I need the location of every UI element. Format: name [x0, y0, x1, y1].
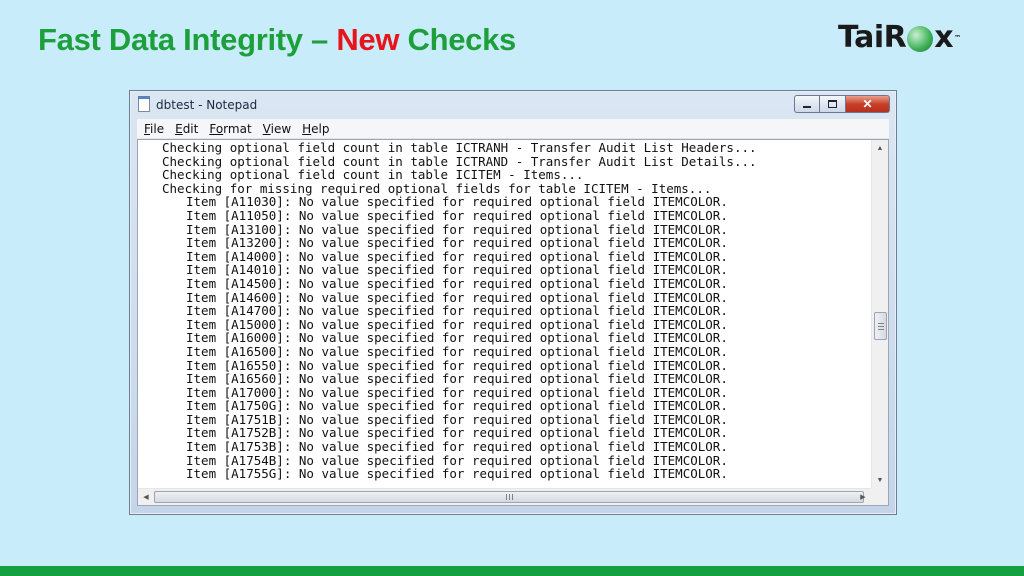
logo-text-left: TaiR [838, 20, 907, 55]
text-line: Item [A1751B]: No value specified for re… [186, 411, 728, 427]
slide-title: Fast Data Integrity – New Checks [38, 22, 516, 58]
text-line: Item [A16550]: No value specified for re… [186, 357, 728, 373]
text-line: Item [A17000]: No value specified for re… [186, 384, 728, 400]
arrow-down-icon: ▼ [876, 476, 884, 484]
close-icon: ✕ [862, 97, 873, 111]
vertical-scroll-thumb[interactable] [874, 312, 887, 340]
text-line: Item [A1755G]: No value specified for re… [186, 466, 728, 482]
menu-bar: File Edit Format View Help [137, 119, 889, 139]
text-editor[interactable]: Checking optional field count in table I… [137, 139, 889, 506]
text-line: Checking for missing required optional f… [162, 180, 712, 196]
text-line: Item [A14700]: No value specified for re… [186, 303, 728, 319]
text-line: Checking optional field count in table I… [162, 167, 584, 183]
text-line: Item [A14600]: No value specified for re… [186, 289, 728, 305]
bottom-bar [0, 566, 1024, 576]
maximize-icon [828, 100, 837, 108]
text-line: Item [A16560]: No value specified for re… [186, 371, 728, 387]
menu-file[interactable]: File [140, 122, 168, 136]
scroll-corner [871, 488, 888, 505]
text-content[interactable]: Checking optional field count in table I… [138, 140, 871, 488]
horizontal-scroll-thumb[interactable] [154, 491, 864, 503]
text-line: Item [A1750G]: No value specified for re… [186, 398, 728, 414]
title-bar[interactable]: dbtest - Notepad ✕ [130, 91, 896, 119]
maximize-button[interactable] [820, 95, 846, 113]
logo-text-right: x [934, 20, 954, 55]
text-line: Item [A11030]: No value specified for re… [186, 194, 728, 210]
arrow-left-icon: ◀ [143, 494, 149, 501]
arrow-right-icon: ▶ [860, 494, 866, 501]
text-line: Item [A14010]: No value specified for re… [186, 262, 728, 278]
title-accent: New [336, 22, 400, 57]
horizontal-scrollbar[interactable]: ◀ ▶ [138, 488, 871, 505]
menu-help[interactable]: Help [298, 122, 333, 136]
text-line: Item [A1753B]: No value specified for re… [186, 439, 728, 455]
scroll-up-button[interactable]: ▲ [872, 140, 888, 156]
menu-edit[interactable]: Edit [171, 122, 202, 136]
text-line: Item [A16000]: No value specified for re… [186, 330, 728, 346]
text-line: Item [A14000]: No value specified for re… [186, 248, 728, 264]
title-part2: Checks [399, 22, 516, 57]
text-line: Item [A1754B]: No value specified for re… [186, 452, 728, 468]
text-line: Item [A16500]: No value specified for re… [186, 343, 728, 359]
tairox-logo: TaiR x ™ [838, 20, 961, 55]
arrow-up-icon: ▲ [876, 144, 884, 152]
text-line: Checking optional field count in table I… [162, 153, 757, 169]
minimize-icon [803, 106, 811, 108]
window-controls: ✕ [794, 95, 890, 113]
text-line: Item [A1752B]: No value specified for re… [186, 425, 728, 441]
logo-trademark: ™ [954, 33, 961, 42]
vertical-scrollbar[interactable]: ▲ ▼ [871, 140, 888, 488]
minimize-button[interactable] [794, 95, 820, 113]
text-line: Item [A13200]: No value specified for re… [186, 235, 728, 251]
scroll-left-button[interactable]: ◀ [138, 489, 154, 505]
window-title: dbtest - Notepad [156, 98, 258, 112]
title-part1: Fast Data Integrity – [38, 22, 337, 57]
text-line: Item [A15000]: No value specified for re… [186, 316, 728, 332]
text-line: Item [A13100]: No value specified for re… [186, 221, 728, 237]
notepad-window: dbtest - Notepad ✕ File Edit Format View… [129, 90, 897, 515]
text-line: Checking optional field count in table I… [162, 140, 757, 155]
menu-view[interactable]: View [259, 122, 295, 136]
text-line: Item [A11050]: No value specified for re… [186, 207, 728, 223]
close-button[interactable]: ✕ [846, 95, 890, 113]
menu-format[interactable]: Format [205, 122, 255, 136]
scroll-down-button[interactable]: ▼ [872, 472, 888, 488]
globe-icon [907, 25, 934, 52]
notepad-icon[interactable] [138, 96, 150, 112]
text-line: Item [A14500]: No value specified for re… [186, 275, 728, 291]
scroll-right-button[interactable]: ▶ [855, 489, 871, 505]
